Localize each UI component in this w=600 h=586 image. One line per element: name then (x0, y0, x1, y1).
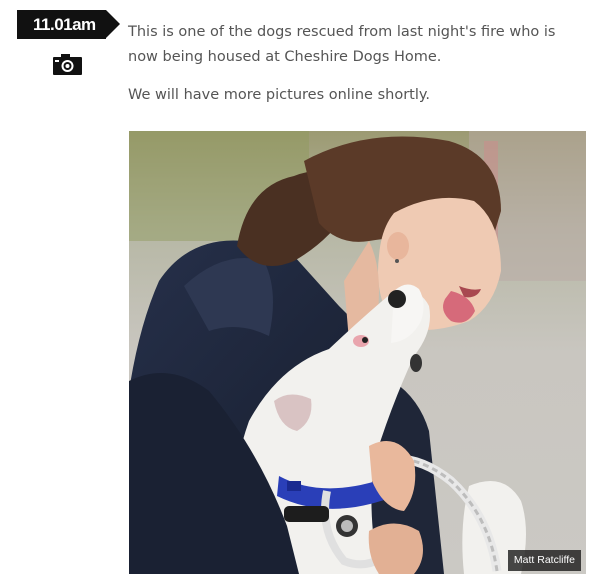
post-paragraph: We will have more pictures online shortl… (128, 87, 430, 103)
photo-illustration (129, 131, 586, 574)
camera-icon (53, 54, 82, 75)
time-badge: 11.01am (17, 10, 120, 39)
time-label: 11.01am (33, 15, 96, 34)
post-paragraph: This is one of the dogs rescued from las… (128, 24, 556, 65)
photo-credit: Matt Ratcliffe (507, 550, 581, 571)
post-body: This is one of the dogs rescued from las… (128, 20, 578, 121)
dog-photo[interactable]: Matt Ratcliffe (129, 131, 586, 574)
